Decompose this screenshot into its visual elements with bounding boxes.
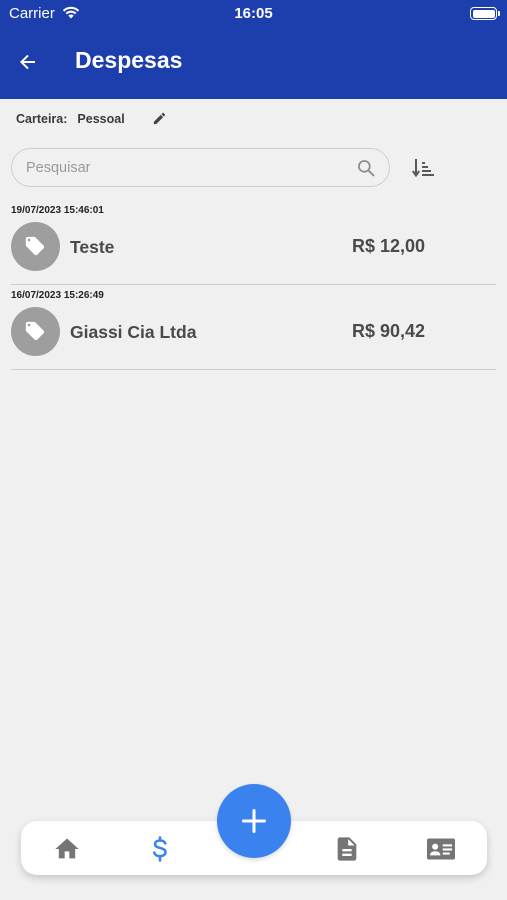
sort-icon[interactable] [411, 156, 435, 180]
expense-date: 16/07/2023 15:26:49 [11, 290, 104, 301]
expense-list-item[interactable]: 19/07/2023 15:46:01 Teste R$ 12,00 [11, 200, 496, 285]
search-icon[interactable] [356, 158, 376, 178]
search-box [11, 148, 390, 187]
expense-name: Giassi Cia Ltda [70, 322, 197, 342]
expense-list-item[interactable]: 16/07/2023 15:26:49 Giassi Cia Ltda R$ 9… [11, 285, 496, 370]
page-title: Despesas [75, 47, 183, 73]
wallet-label: Carteira: [16, 112, 68, 126]
wallet-value: Pessoal [77, 112, 125, 126]
tag-icon [25, 321, 45, 341]
expense-avatar [11, 307, 60, 356]
expense-name: Teste [70, 237, 115, 257]
add-expense-button[interactable] [217, 784, 291, 858]
app-bar: Despesas [0, 28, 507, 99]
plus-icon [241, 808, 267, 834]
contact-card-icon[interactable] [425, 835, 457, 863]
tag-icon [25, 236, 45, 256]
document-icon[interactable] [333, 835, 361, 863]
expense-avatar [11, 222, 60, 271]
expense-amount: R$ 90,42 [352, 321, 426, 341]
expense-amount: R$ 12,00 [352, 236, 426, 256]
edit-pencil-icon[interactable] [152, 111, 167, 126]
expense-date: 19/07/2023 15:46:01 [11, 205, 104, 216]
wallet-selector: Carteira: Pessoal [16, 111, 166, 127]
search-input[interactable] [26, 149, 346, 186]
status-bar: Carrier 16:05 [0, 0, 507, 28]
back-arrow-icon[interactable] [16, 50, 40, 74]
dollar-icon[interactable] [146, 835, 174, 863]
expense-list: 19/07/2023 15:46:01 Teste R$ 12,00 16/07… [11, 200, 496, 370]
home-icon[interactable] [53, 835, 81, 863]
battery-icon [470, 7, 500, 20]
clock: 16:05 [234, 5, 273, 22]
